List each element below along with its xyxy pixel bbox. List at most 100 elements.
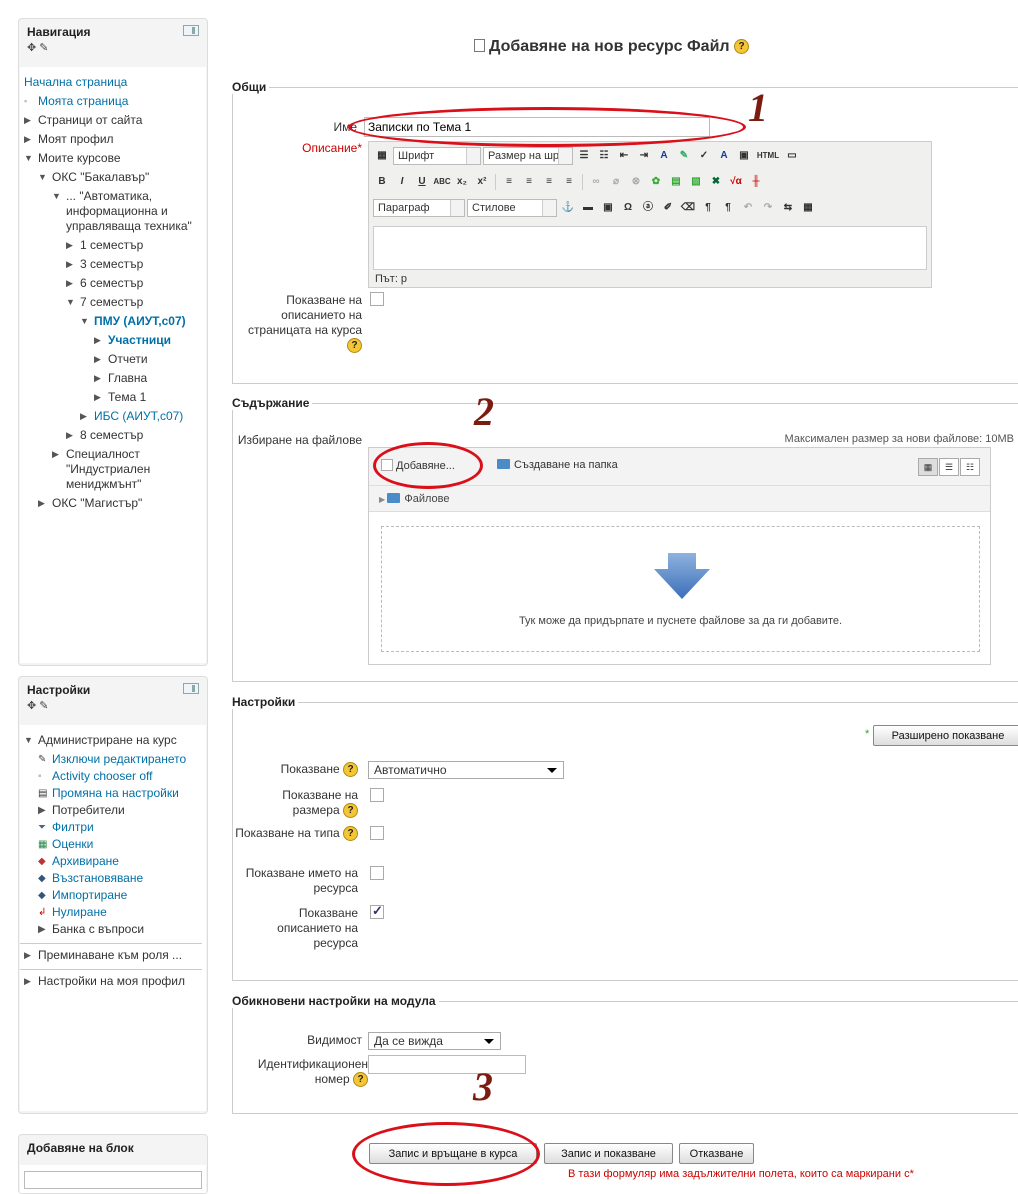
help-icon[interactable]: ? bbox=[347, 338, 362, 354]
nav-item[interactable]: Начална страница bbox=[24, 75, 202, 90]
switch-role-node[interactable]: ▶ Преминаване към роля ... bbox=[24, 948, 202, 963]
fullscreen-icon[interactable]: ▭ bbox=[783, 148, 801, 164]
display-select[interactable]: Автоматично bbox=[368, 761, 564, 779]
font-select[interactable]: Шрифт bbox=[393, 147, 481, 165]
align-left-icon[interactable]: ≡ bbox=[500, 174, 518, 190]
settings-item[interactable]: ▪ Activity chooser off bbox=[38, 769, 202, 784]
equation-icon[interactable]: √α bbox=[727, 174, 745, 190]
font-size-select[interactable]: Размер на шр bbox=[483, 147, 573, 165]
show-type-checkbox[interactable] bbox=[370, 826, 384, 840]
nav-item[interactable]: ▶ 3 семестър bbox=[24, 257, 202, 272]
nav-item[interactable]: ▶ Страници от сайта bbox=[24, 113, 202, 128]
toolbar-toggle-icon[interactable]: ▦ bbox=[373, 148, 391, 164]
nav-item[interactable]: ▶ ОКС "Магистър" bbox=[24, 496, 202, 511]
redo-icon[interactable]: ↷ bbox=[759, 200, 777, 216]
link-icon[interactable]: ∞ bbox=[587, 174, 605, 190]
search-replace-icon[interactable]: ⇆ bbox=[779, 200, 797, 216]
image-icon[interactable]: ✿ bbox=[647, 174, 665, 190]
nav-item[interactable]: ▶ 1 семестър bbox=[24, 238, 202, 253]
icon-view-icon[interactable]: ▦ bbox=[918, 458, 938, 476]
settings-item[interactable]: ▦ Оценки bbox=[38, 837, 202, 852]
settings-item[interactable]: ◆ Възстановяване bbox=[38, 871, 202, 886]
dock-icon[interactable] bbox=[183, 25, 199, 36]
remove-format-icon[interactable]: ⌫ bbox=[679, 200, 697, 216]
highlight-color-icon[interactable]: ✎ bbox=[675, 148, 693, 164]
show-description-checkbox[interactable] bbox=[370, 292, 384, 306]
nolink-icon[interactable]: ✖ bbox=[707, 174, 725, 190]
settings-item[interactable]: ▶ Банка с въпроси bbox=[38, 922, 202, 937]
save-display-button[interactable]: Запис и показване bbox=[544, 1143, 673, 1164]
superscript-icon[interactable]: x² bbox=[473, 174, 491, 190]
table-icon[interactable]: ╫ bbox=[747, 174, 765, 190]
settings-item[interactable]: ↲ Нулиране bbox=[38, 905, 202, 920]
clear-format-icon[interactable]: A bbox=[715, 148, 733, 164]
dock-icon[interactable] bbox=[183, 683, 199, 694]
spellcheck-icon[interactable]: ✓ bbox=[695, 148, 713, 164]
admin-course-node[interactable]: ▼ Администриране на курс bbox=[24, 733, 202, 748]
numbered-list-icon[interactable]: ☷ bbox=[595, 148, 613, 164]
nav-item[interactable]: ▼ 7 семестър bbox=[24, 295, 202, 310]
undo-icon[interactable]: ↶ bbox=[739, 200, 757, 216]
strikethrough-icon[interactable]: ABC bbox=[433, 174, 451, 190]
settings-item[interactable]: ⏷ Филтри bbox=[38, 820, 202, 835]
align-right-icon[interactable]: ≡ bbox=[540, 174, 558, 190]
nav-item[interactable]: ▶ 8 семестър bbox=[24, 428, 202, 443]
help-icon[interactable]: ? bbox=[734, 39, 750, 55]
anchor-disabled-icon[interactable]: ⊗ bbox=[627, 174, 645, 190]
nav-item[interactable]: ▶ ИБС (АИУТ,с07) bbox=[24, 409, 202, 424]
anchor-icon[interactable]: ⚓ bbox=[559, 200, 577, 216]
styles-select[interactable]: Стилове bbox=[467, 199, 557, 217]
file-drop-zone[interactable]: Тук може да придърпате и пуснете файлове… bbox=[381, 526, 980, 652]
settings-item[interactable]: ◆ Архивиране bbox=[38, 854, 202, 869]
unlink-icon[interactable]: ⌀ bbox=[607, 174, 625, 190]
indent-icon[interactable]: ⇥ bbox=[635, 148, 653, 164]
block-move-icon[interactable]: ✥ ✎ bbox=[27, 699, 199, 712]
italic-icon[interactable]: I bbox=[393, 174, 411, 190]
visibility-select[interactable]: Да се вижда bbox=[368, 1032, 501, 1050]
cleanup-icon[interactable]: ✐ bbox=[659, 200, 677, 216]
tree-view-icon[interactable]: ☷ bbox=[960, 458, 980, 476]
outdent-icon[interactable]: ⇤ bbox=[615, 148, 633, 164]
settings-item[interactable]: ▶ Потребители bbox=[38, 803, 202, 818]
nav-item[interactable]: ▶ Участници bbox=[24, 333, 202, 348]
underline-icon[interactable]: U bbox=[413, 174, 431, 190]
profile-settings-node[interactable]: ▶ Настройки на моя профил bbox=[24, 974, 202, 989]
list-view-icon[interactable]: ☰ bbox=[939, 458, 959, 476]
advanced-show-button[interactable]: Разширено показване bbox=[873, 725, 1018, 746]
insert-media-icon[interactable]: ▣ bbox=[735, 148, 753, 164]
html-icon[interactable]: HTML bbox=[755, 148, 781, 164]
nav-item[interactable]: ▶ Отчети bbox=[24, 352, 202, 367]
template-icon[interactable]: ▧ bbox=[687, 174, 705, 190]
help-icon[interactable]: ? bbox=[353, 1072, 368, 1088]
align-center-icon[interactable]: ≡ bbox=[520, 174, 538, 190]
nav-item[interactable]: ▶ 6 семестър bbox=[24, 276, 202, 291]
add-block-select[interactable] bbox=[24, 1171, 202, 1189]
nav-item[interactable]: ▶ Специалност "Индустриален мениджмънт" bbox=[24, 447, 202, 492]
file-picker-path[interactable]: ▶ Файлове bbox=[369, 486, 990, 512]
show-size-checkbox[interactable] bbox=[370, 788, 384, 802]
font-color-icon[interactable]: A bbox=[655, 148, 673, 164]
ltr-icon[interactable]: ¶ bbox=[699, 200, 717, 216]
help-icon[interactable]: ? bbox=[343, 826, 358, 842]
bold-icon[interactable]: B bbox=[373, 174, 391, 190]
nav-item[interactable]: ▼ ОКС "Бакалавър" bbox=[24, 170, 202, 185]
media-icon[interactable]: ▤ bbox=[667, 174, 685, 190]
insert-date-icon[interactable]: ▣ bbox=[599, 200, 617, 216]
subscript-icon[interactable]: x₂ bbox=[453, 174, 471, 190]
create-folder-button[interactable]: Създаване на папка bbox=[497, 459, 618, 471]
paragraph-select[interactable]: Параграф bbox=[373, 199, 465, 217]
justify-icon[interactable]: ≡ bbox=[560, 174, 578, 190]
nav-item[interactable]: ▶ Моят профил bbox=[24, 132, 202, 147]
nav-item[interactable]: ▶ Главна bbox=[24, 371, 202, 386]
nav-item[interactable]: ▼ ПМУ (АИУТ,с07) bbox=[24, 314, 202, 329]
nonbreaking-icon[interactable]: ⓐ bbox=[639, 200, 657, 216]
nav-item[interactable]: ▪ Моята страница bbox=[24, 94, 202, 109]
settings-item[interactable]: ▤ Промяна на настройки bbox=[38, 786, 202, 801]
rtl-icon[interactable]: ¶ bbox=[719, 200, 737, 216]
nav-item[interactable]: ▼ ... "Автоматика, информационна и управл… bbox=[24, 189, 202, 234]
help-icon[interactable]: ? bbox=[343, 762, 358, 778]
bullet-list-icon[interactable]: ☰ bbox=[575, 148, 593, 164]
settings-item[interactable]: ✎ Изключи редактирането bbox=[38, 752, 202, 767]
editor-text-area[interactable] bbox=[373, 226, 927, 270]
settings-item[interactable]: ◆ Импортиране bbox=[38, 888, 202, 903]
